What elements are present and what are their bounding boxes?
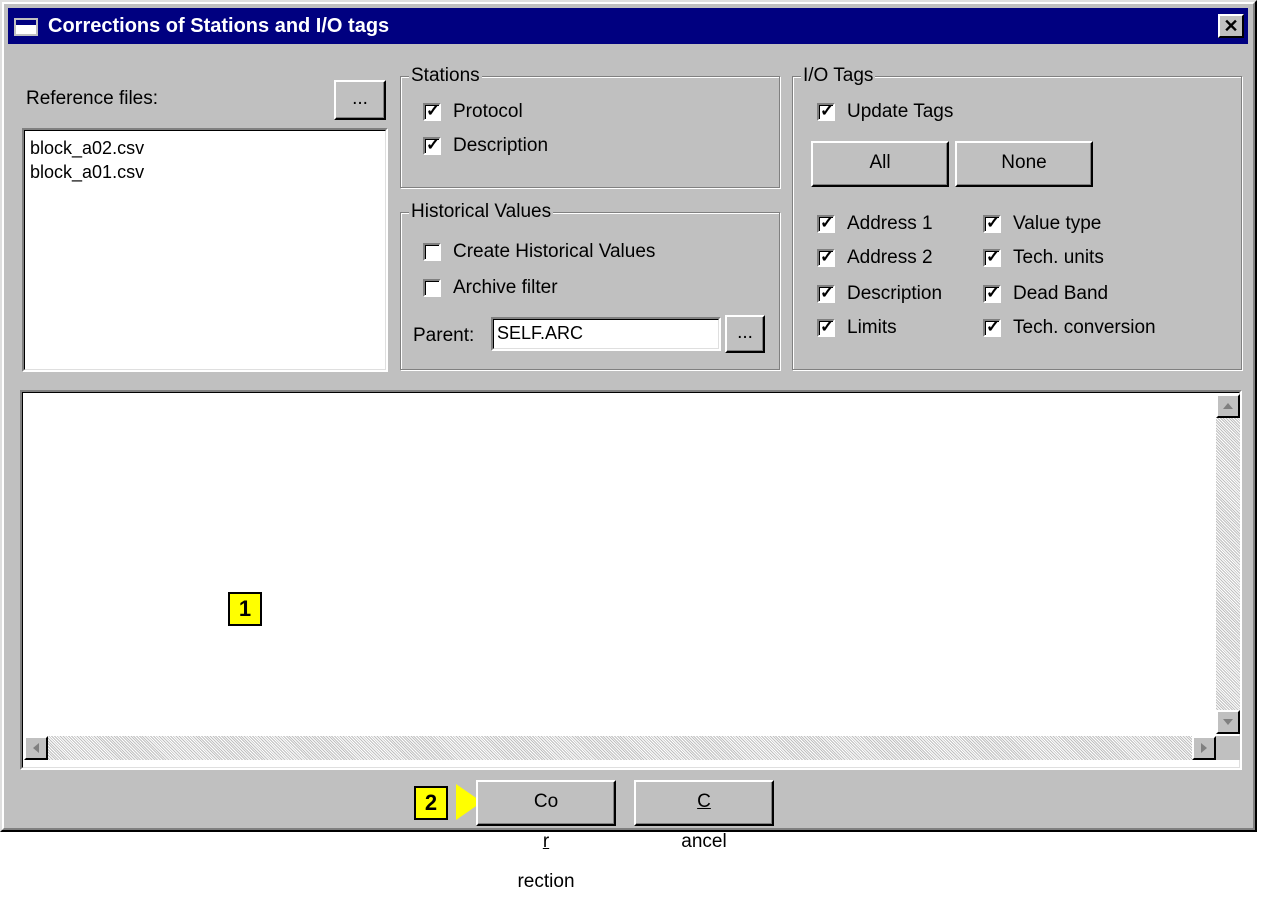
scroll-left-button[interactable] xyxy=(24,736,48,760)
checkbox-box xyxy=(983,283,1001,303)
arrow-left-icon xyxy=(28,743,39,753)
none-button[interactable]: None xyxy=(955,141,1093,187)
stations-group-title: Stations xyxy=(409,65,482,87)
checkbox-label: Protocol xyxy=(453,101,523,122)
checkbox-box xyxy=(817,247,835,267)
checkbox-box xyxy=(817,213,835,233)
checkbox-label: Dead Band xyxy=(1013,283,1109,304)
checkbox-box xyxy=(423,243,441,261)
checkbox-box xyxy=(983,247,1001,267)
window-icon xyxy=(14,18,38,36)
reference-browse-button[interactable]: ... xyxy=(334,80,386,120)
annotation-badge-2: 2 xyxy=(414,786,448,820)
parent-value: SELF.ARC xyxy=(497,323,584,343)
correction-accelerator: r xyxy=(542,831,550,852)
checkbox-box xyxy=(983,317,1001,337)
parent-input[interactable]: SELF.ARC xyxy=(491,317,721,351)
cancel-button[interactable]: Cancel xyxy=(634,780,774,852)
correction-button[interactable]: Co r rection xyxy=(476,780,616,892)
checkbox-label: Update Tags xyxy=(847,101,954,122)
checkbox-label: Value type xyxy=(1013,213,1102,234)
scrollbar-corner xyxy=(1216,736,1240,760)
historical-group-title: Historical Values xyxy=(409,201,554,223)
horizontal-scrollbar[interactable] xyxy=(24,736,1216,760)
checkbox-label: Description xyxy=(847,283,943,304)
scroll-up-button[interactable] xyxy=(1216,394,1240,418)
checkbox-box xyxy=(817,283,835,303)
checkbox-box xyxy=(423,101,441,121)
checkbox-label: Address 1 xyxy=(847,213,933,234)
checkbox-label: Create Historical Values xyxy=(453,241,656,262)
arrow-right-icon xyxy=(1201,743,1212,753)
close-icon: ✕ xyxy=(1223,16,1239,36)
reference-files-list[interactable]: block_a02.csv block_a01.csv xyxy=(22,128,388,372)
io-tags-group-title: I/O Tags xyxy=(801,65,876,87)
checkbox-box xyxy=(423,279,441,297)
arrow-down-icon xyxy=(1223,719,1233,730)
cancel-label-post: ancel xyxy=(681,831,727,852)
reference-files-label: Reference files: xyxy=(26,88,159,109)
output-frame xyxy=(22,392,1240,768)
title-bar[interactable]: Corrections of Stations and I/O tags ✕ xyxy=(8,8,1248,44)
all-button[interactable]: All xyxy=(811,141,949,187)
checkbox-box xyxy=(423,135,441,155)
none-label: None xyxy=(1001,152,1047,173)
parent-label: Parent: xyxy=(413,325,475,346)
io-tags-group: I/O Tags Update Tags All None Address 1 … xyxy=(792,65,1242,370)
vertical-scrollbar[interactable] xyxy=(1216,394,1240,734)
reference-browse-label: ... xyxy=(352,88,368,109)
close-button[interactable]: ✕ xyxy=(1218,14,1244,38)
stations-group: Stations Protocol Description xyxy=(400,65,780,188)
corrections-dialog: Corrections of Stations and I/O tags ✕ R… xyxy=(0,0,1257,892)
annotation-badge-1: 1 xyxy=(228,592,262,626)
checkbox-label: Archive filter xyxy=(453,277,558,298)
list-item[interactable]: block_a01.csv xyxy=(30,162,144,183)
checkbox-label: Limits xyxy=(847,317,897,338)
checkbox-box xyxy=(817,101,835,121)
all-label: All xyxy=(869,152,891,173)
cancel-label: Cancel xyxy=(636,782,772,862)
output-text-area[interactable] xyxy=(20,390,1242,770)
parent-browse-button[interactable]: ... xyxy=(725,315,765,353)
window-title: Corrections of Stations and I/O tags xyxy=(48,15,390,37)
cancel-accelerator: C xyxy=(697,791,711,812)
scroll-right-button[interactable] xyxy=(1192,736,1216,760)
list-item[interactable]: block_a02.csv xyxy=(30,138,144,159)
correction-label-pre: Co xyxy=(533,791,559,812)
checkbox-label: Tech. conversion xyxy=(1013,317,1156,338)
checkbox-box xyxy=(983,213,1001,233)
checkbox-label: Description xyxy=(453,135,549,156)
arrow-up-icon xyxy=(1223,398,1233,409)
checkbox-label: Address 2 xyxy=(847,247,933,268)
historical-values-group: Historical Values Create Historical Valu… xyxy=(400,201,780,370)
scroll-down-button[interactable] xyxy=(1216,710,1240,734)
checkbox-box xyxy=(817,317,835,337)
parent-browse-label: ... xyxy=(737,322,753,343)
correction-label: Co r rection xyxy=(478,782,614,902)
correction-label-post: rection xyxy=(517,871,575,892)
checkbox-label: Tech. units xyxy=(1013,247,1104,268)
